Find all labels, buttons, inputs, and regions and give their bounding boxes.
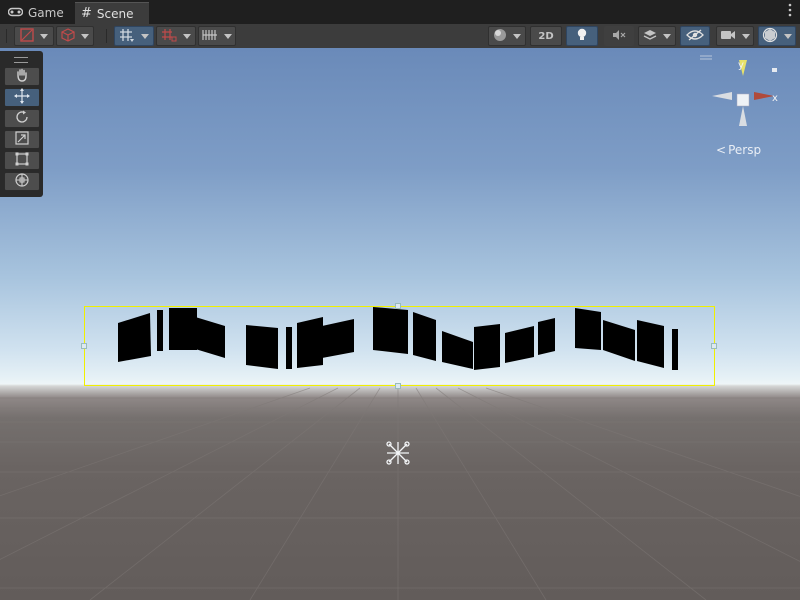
scene-toolbar: 2D (0, 24, 800, 49)
grid-snap-icon (119, 28, 135, 45)
chevron-down-icon (513, 33, 521, 39)
audio-toggle-button[interactable] (604, 26, 634, 46)
2d-toggle-button[interactable]: 2D (530, 26, 562, 46)
chevron-down-icon (224, 33, 232, 39)
chevron-down-icon (663, 33, 671, 39)
transform-combined-icon (14, 172, 30, 192)
effects-dropdown[interactable] (638, 26, 676, 46)
lighting-toggle-button[interactable] (566, 26, 598, 46)
hash-icon: # (81, 6, 92, 21)
rect-transform-icon (15, 151, 29, 170)
layers-icon (643, 28, 657, 45)
sphere-icon (493, 28, 507, 45)
ruler-icon (202, 28, 218, 45)
pivot-icon[interactable] (384, 439, 412, 467)
toolbar-divider (6, 29, 7, 43)
toolbar-divider (106, 29, 107, 43)
scale-handle-right[interactable] (711, 343, 717, 349)
gizmo-y-label: y (738, 60, 744, 71)
chevron-down-icon (81, 33, 89, 39)
tab-game[interactable]: Game (2, 2, 74, 24)
window-tab-bar: Game # Scene (0, 0, 800, 25)
grid-snap-dropdown[interactable] (114, 26, 154, 46)
cube-icon (61, 27, 75, 45)
scale-icon (15, 130, 29, 149)
2d-toggle-label: 2D (538, 30, 554, 42)
rotate-tool-button[interactable] (4, 109, 40, 128)
chevron-down-icon (784, 33, 792, 39)
shaded-mode-icon (20, 27, 34, 45)
rotate-icon (15, 109, 29, 128)
scale-handle-top[interactable] (395, 303, 401, 309)
chevron-down-icon (40, 33, 48, 39)
more-options-icon[interactable] (788, 3, 792, 22)
scale-handle-left[interactable] (81, 343, 87, 349)
tools-overlay (0, 51, 43, 197)
eye-hidden-icon (686, 28, 704, 44)
selection-bounds (84, 306, 715, 386)
move-arrows-icon (14, 87, 30, 108)
snap-increment-icon (161, 28, 177, 45)
chevron-down-icon (141, 33, 149, 39)
chevron-down-icon (183, 33, 191, 39)
gizmo-globe-icon (762, 27, 778, 46)
hand-tool-button[interactable] (4, 67, 40, 86)
render-mode-dropdown[interactable] (56, 26, 94, 46)
shading-dropdown[interactable] (488, 26, 526, 46)
increment-snap-dropdown[interactable] (156, 26, 196, 46)
chevron-down-icon (742, 33, 750, 39)
camera-dropdown[interactable] (716, 26, 754, 46)
mute-icon (612, 29, 626, 44)
drag-handle-icon[interactable] (14, 57, 28, 63)
tab-game-label: Game (28, 6, 64, 20)
camera-icon (720, 29, 736, 44)
projection-label: Persp (728, 143, 762, 157)
lightbulb-icon (576, 28, 588, 45)
ruler-dropdown[interactable] (198, 26, 236, 46)
rect-tool-button[interactable] (4, 151, 40, 170)
chevron-left-icon: < (716, 143, 727, 157)
hand-icon (15, 67, 29, 86)
tab-scene[interactable]: # Scene (75, 2, 149, 24)
scale-tool-button[interactable] (4, 130, 40, 149)
gamepad-icon (7, 6, 24, 20)
gizmos-dropdown[interactable] (758, 26, 796, 46)
visibility-toggle-button[interactable] (680, 26, 710, 46)
move-tool-button[interactable] (4, 87, 40, 108)
transform-tool-button[interactable] (4, 172, 40, 191)
scale-handle-bottom[interactable] (395, 383, 401, 389)
tab-scene-label: Scene (96, 6, 134, 21)
projection-toggle[interactable]: < Persp (716, 143, 761, 157)
draw-mode-dropdown[interactable] (14, 26, 54, 46)
gizmo-x-label: x (772, 93, 778, 104)
